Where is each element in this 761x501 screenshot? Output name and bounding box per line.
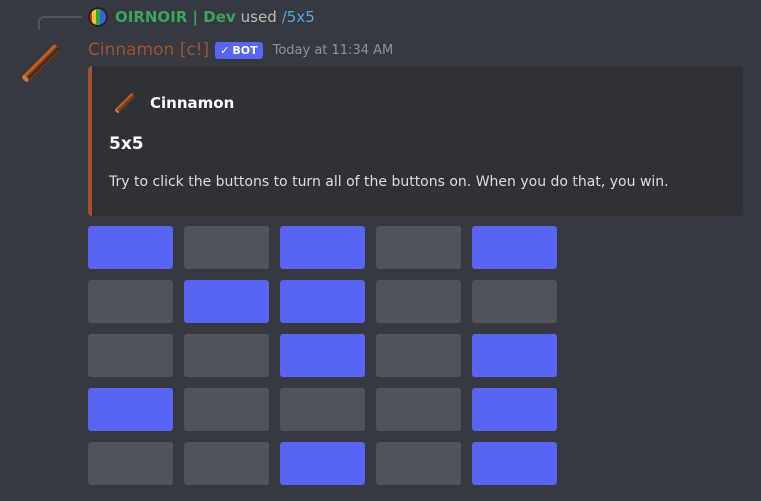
interaction-user[interactable]: OIRNOIR | Dev bbox=[115, 8, 236, 26]
grid-button-r5-c4[interactable] bbox=[376, 442, 461, 485]
grid-button-r4-c4[interactable] bbox=[376, 388, 461, 431]
bot-avatar[interactable] bbox=[16, 38, 66, 88]
interaction-reference[interactable]: OIRNOIR | Dev used /5x5 bbox=[88, 6, 315, 28]
grid-button-r4-c3[interactable] bbox=[280, 388, 365, 431]
user-avatar-icon[interactable] bbox=[88, 7, 108, 27]
message-timestamp[interactable]: Today at 11:34 AM bbox=[273, 43, 394, 58]
interaction-command[interactable]: /5x5 bbox=[282, 8, 315, 26]
grid-button-r1-c3[interactable] bbox=[280, 226, 365, 269]
grid-button-r5-c1[interactable] bbox=[88, 442, 173, 485]
grid-button-r1-c2[interactable] bbox=[184, 226, 269, 269]
grid-button-r2-c5[interactable] bbox=[472, 280, 557, 323]
button-grid bbox=[88, 226, 557, 485]
embed-title: 5x5 bbox=[109, 134, 144, 154]
grid-button-r3-c4[interactable] bbox=[376, 334, 461, 377]
embed-author-name: Cinnamon bbox=[150, 94, 235, 112]
check-icon: ✓ bbox=[220, 43, 230, 57]
bot-username[interactable]: Cinnamon [c!] bbox=[88, 40, 209, 60]
grid-button-r2-c1[interactable] bbox=[88, 280, 173, 323]
grid-button-r3-c3[interactable] bbox=[280, 334, 365, 377]
bot-tag-label: BOT bbox=[232, 43, 258, 57]
cinnamon-stick-icon bbox=[22, 44, 60, 82]
grid-button-r4-c1[interactable] bbox=[88, 388, 173, 431]
grid-button-r3-c2[interactable] bbox=[184, 334, 269, 377]
embed-description: Try to click the buttons to turn all of … bbox=[109, 174, 669, 190]
cinnamon-stick-icon bbox=[115, 93, 135, 113]
grid-button-r5-c3[interactable] bbox=[280, 442, 365, 485]
grid-button-r5-c5[interactable] bbox=[472, 442, 557, 485]
grid-button-r3-c5[interactable] bbox=[472, 334, 557, 377]
bot-tag: ✓ BOT bbox=[215, 41, 263, 59]
grid-button-r4-c5[interactable] bbox=[472, 388, 557, 431]
embed-author: Cinnamon bbox=[112, 90, 234, 116]
grid-button-r2-c3[interactable] bbox=[280, 280, 365, 323]
grid-button-r2-c2[interactable] bbox=[184, 280, 269, 323]
reply-spine bbox=[38, 16, 82, 30]
grid-button-r5-c2[interactable] bbox=[184, 442, 269, 485]
grid-button-r1-c5[interactable] bbox=[472, 226, 557, 269]
message: OIRNOIR | Dev used /5x5 Cinnamon [c!] ✓ … bbox=[0, 0, 761, 501]
message-header: Cinnamon [c!] ✓ BOT Today at 11:34 AM bbox=[88, 38, 393, 62]
grid-button-r2-c4[interactable] bbox=[376, 280, 461, 323]
grid-button-r3-c1[interactable] bbox=[88, 334, 173, 377]
embed: Cinnamon 5x5 Try to click the buttons to… bbox=[88, 66, 743, 216]
interaction-used-text: used bbox=[240, 8, 277, 26]
grid-button-r1-c4[interactable] bbox=[376, 226, 461, 269]
grid-button-r1-c1[interactable] bbox=[88, 226, 173, 269]
grid-button-r4-c2[interactable] bbox=[184, 388, 269, 431]
